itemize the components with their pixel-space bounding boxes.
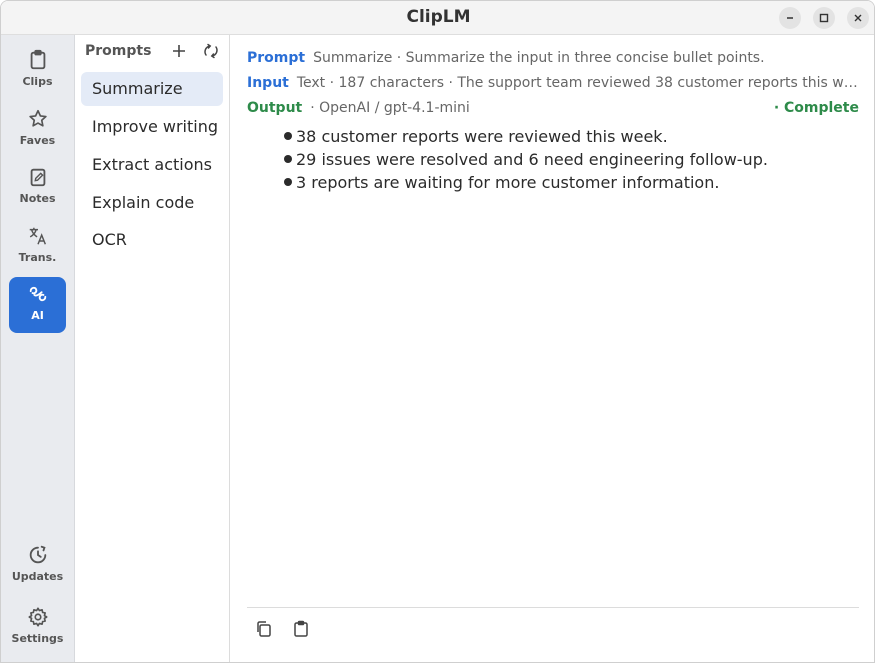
output-key: Output: [247, 100, 303, 116]
nav-translate[interactable]: Trans.: [9, 219, 66, 275]
nav-updates-label: Updates: [11, 570, 64, 583]
prompt-item-summarize[interactable]: Summarize: [81, 72, 223, 106]
bullet-dot: [284, 132, 292, 140]
clipboard-icon: [30, 49, 45, 70]
gear-icon: [27, 607, 48, 627]
add-prompt-button[interactable]: [170, 42, 188, 60]
prompt-value: Summarize · Summarize the input in three…: [313, 50, 765, 66]
maximize-icon: [819, 13, 829, 23]
bullet-text: 3 reports are waiting for more customer …: [296, 173, 720, 192]
nav-settings[interactable]: Settings: [9, 600, 66, 656]
output-row: Output · OpenAI / gpt-4.1-mini: [247, 100, 727, 116]
nav-clips[interactable]: Clips: [9, 43, 66, 99]
plus-icon: [173, 45, 185, 57]
window-title: ClipLM: [406, 7, 471, 27]
clipboard-icon: [294, 620, 308, 637]
prompt-item-explain-code[interactable]: Explain code: [81, 186, 223, 220]
app-window: ClipLM Clips Faves Notes Trans. AI Updat…: [0, 0, 875, 663]
nav-settings-label: Settings: [11, 632, 64, 645]
input-row: Input Text · 187 characters · The support…: [247, 75, 859, 91]
prompt-row: Prompt Summarize · Summarize the input in…: [247, 50, 859, 66]
prompts-header: Prompts: [85, 43, 152, 59]
nav-updates[interactable]: Updates: [9, 538, 66, 594]
status-badge: · Complete: [773, 100, 859, 116]
list-item: 3 reports are waiting for more customer …: [284, 171, 768, 194]
refresh-icon: [204, 43, 218, 59]
prompt-item-extract-actions[interactable]: Extract actions: [81, 148, 223, 182]
update-clock-icon: [29, 545, 46, 564]
input-value: Text · 187 characters · The support team…: [296, 75, 859, 91]
star-icon: [28, 109, 47, 127]
nav-translate-label: Trans.: [18, 251, 57, 264]
paste-output-button[interactable]: [291, 619, 313, 641]
title-bar: ClipLM: [1, 1, 874, 35]
ai-icon: [29, 286, 46, 302]
maximize-button[interactable]: [813, 7, 835, 29]
nav-ai[interactable]: AI: [9, 277, 66, 333]
bullet-dot: [284, 155, 292, 163]
nav-notes[interactable]: Notes: [9, 160, 66, 216]
bullet-dot: [284, 178, 292, 186]
list-item: 38 customer reports were reviewed this w…: [284, 125, 768, 148]
minimize-icon: [787, 17, 793, 19]
output-model: · OpenAI / gpt-4.1-mini: [310, 100, 470, 116]
main-panel: Prompt Summarize · Summarize the input in…: [230, 35, 874, 662]
nav-clips-label: Clips: [22, 75, 53, 88]
nav-faves-label: Faves: [19, 134, 56, 147]
copy-icon: [257, 621, 271, 637]
footer-divider: [247, 607, 859, 608]
prompt-key: Prompt: [247, 50, 306, 66]
prompt-item-ocr[interactable]: OCR: [81, 223, 223, 257]
reload-prompts-button[interactable]: [202, 42, 220, 60]
bullet-text: 38 customer reports were reviewed this w…: [296, 127, 668, 146]
input-key: Input: [247, 75, 289, 91]
translate-icon: [29, 227, 46, 245]
bullet-text: 29 issues were resolved and 6 need engin…: [296, 150, 768, 169]
copy-output-button[interactable]: [254, 619, 276, 641]
close-button[interactable]: [847, 7, 869, 29]
note-edit-icon: [30, 168, 45, 187]
nav-ai-label: AI: [31, 309, 44, 322]
close-icon: [854, 14, 862, 22]
minimize-button[interactable]: [779, 7, 801, 29]
prompt-list-panel: Prompts Summarize Improve writing Extrac…: [75, 35, 230, 662]
output-text[interactable]: 38 customer reports were reviewed this w…: [284, 125, 768, 194]
nav-rail: Clips Faves Notes Trans. AI Updates Sett…: [1, 35, 75, 662]
list-item: 29 issues were resolved and 6 need engin…: [284, 148, 768, 171]
nav-notes-label: Notes: [19, 192, 56, 205]
prompt-item-improve-writing[interactable]: Improve writing: [81, 110, 223, 144]
nav-faves[interactable]: Faves: [9, 102, 66, 158]
